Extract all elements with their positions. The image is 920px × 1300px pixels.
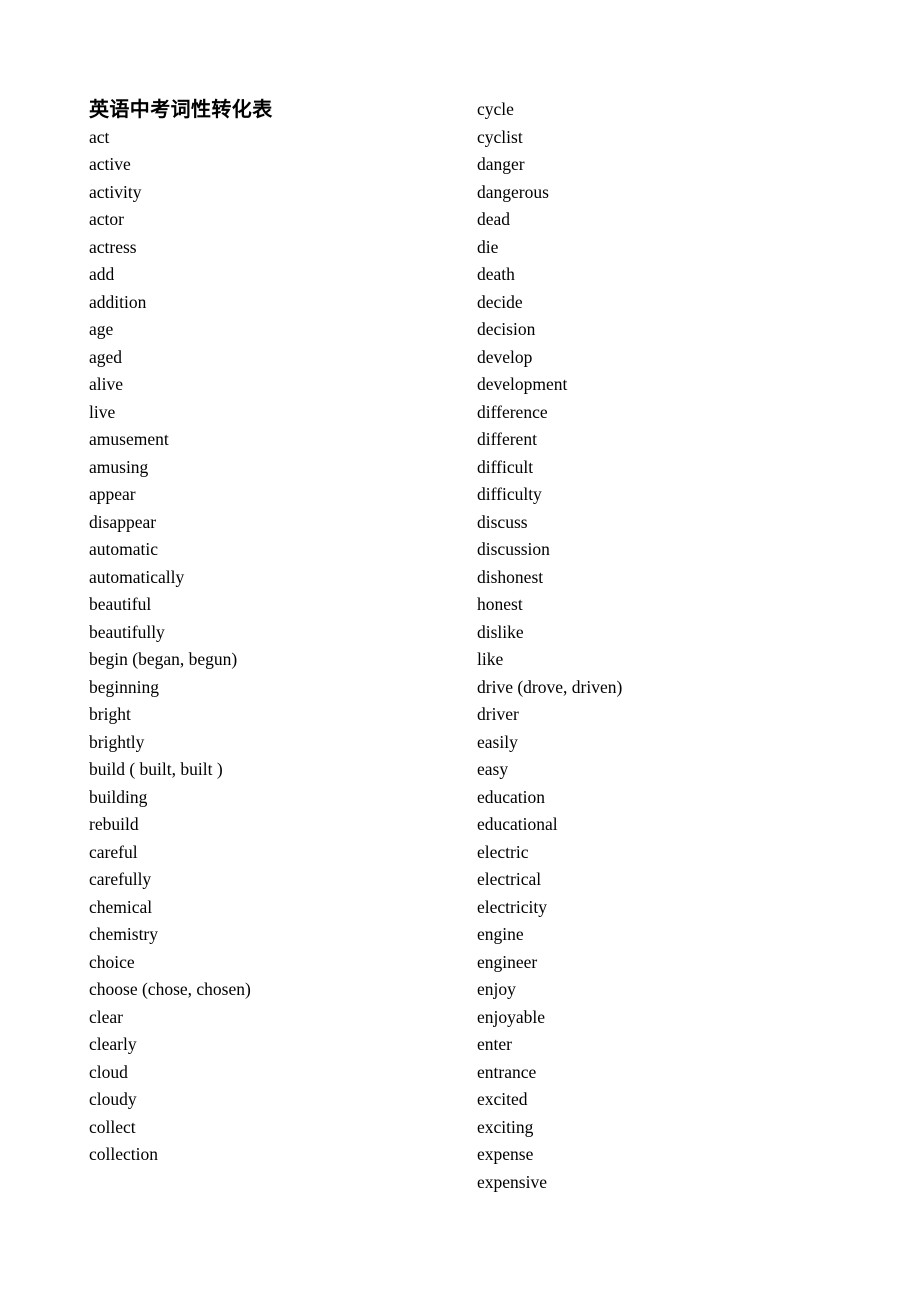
word-list-item: beautifully [89, 621, 165, 642]
word-list-item: clearly [89, 1034, 137, 1054]
word-list-item: die [477, 236, 499, 257]
word-list-item: active [89, 154, 131, 174]
right-word-column: cycle cyclist danger dangerous dead die death d… [477, 96, 877, 1196]
word-list-item: chemical [89, 896, 153, 917]
word-list-item: dangerous [477, 181, 549, 202]
word-list-item: actor [89, 209, 124, 229]
word-list-item: add [89, 264, 115, 284]
word-list-item: electric [477, 841, 529, 862]
word-list-item: enjoy [477, 979, 516, 999]
word-list-item: educational [477, 814, 558, 834]
word-list-item: development [477, 374, 568, 394]
word-list-item: clear [89, 1006, 123, 1027]
word-list-item: chemistry [89, 924, 159, 944]
word-list-item: difficulty [477, 484, 542, 504]
word-list-item: amusing [89, 456, 149, 477]
word-list-item: beautiful [89, 594, 152, 614]
word-list-item: live [89, 401, 116, 422]
word-list-item: exciting [477, 1116, 534, 1137]
word-list-item: enjoyable [477, 1006, 546, 1027]
word-list-item: choose (chose, chosen) [89, 979, 251, 999]
word-list-item: brightly [89, 731, 145, 752]
word-list-item: easy [477, 759, 509, 779]
word-list-item: cloud [89, 1061, 128, 1082]
word-list-item: like [477, 649, 504, 669]
left-word-column: 英语中考词性转化表 act active activity actor actress a… [89, 96, 449, 1169]
word-list-item: choice [89, 951, 135, 972]
word-list-item: engine [477, 924, 524, 944]
word-list-item: automatically [89, 566, 185, 587]
word-list-item: develop [477, 346, 533, 367]
word-list-item: different [477, 429, 537, 449]
word-list-item: careful [89, 841, 138, 862]
right-word-list: cycle cyclist danger dangerous dead die death d… [477, 96, 877, 1196]
word-list-item: addition [89, 291, 147, 312]
word-list-item: automatic [89, 539, 159, 559]
word-list-item: excited [477, 1089, 528, 1109]
word-list-item: cloudy [89, 1089, 137, 1109]
word-list-item: begin (began, begun) [89, 649, 238, 669]
word-list-item: beginning [89, 676, 159, 697]
left-word-list: act active activity actor actress add addition… [89, 124, 449, 1169]
word-list-item: aged [89, 346, 123, 367]
word-list-item: electrical [477, 869, 542, 889]
word-list-item: dead [477, 209, 511, 229]
word-list-item: carefully [89, 869, 152, 889]
word-list-item: education [477, 786, 546, 807]
word-list-item: danger [477, 154, 525, 174]
word-list-item: cycle [477, 99, 514, 119]
word-list-item: cyclist [477, 126, 523, 147]
word-list-item: difference [477, 401, 548, 422]
word-list-item: difficult [477, 456, 534, 477]
word-list-item: dislike [477, 621, 524, 642]
word-list-item: age [89, 319, 114, 339]
word-list-item: decision [477, 319, 536, 339]
word-list-item: honest [477, 594, 523, 614]
word-list-item: discuss [477, 511, 528, 532]
word-list-item: building [89, 786, 148, 807]
word-list-item: engineer [477, 951, 538, 972]
word-list-item: collect [89, 1116, 136, 1137]
word-list-item: expense [477, 1144, 534, 1164]
word-list-item: amusement [89, 429, 169, 449]
page-title: 英语中考词性转化表 [89, 97, 273, 121]
word-list-item: driver [477, 704, 519, 724]
word-list-item: act [89, 126, 110, 147]
word-list-item: dishonest [477, 566, 544, 587]
word-list-item: death [477, 264, 515, 284]
word-list-item: decide [477, 291, 523, 312]
word-list-item: collection [89, 1144, 159, 1164]
word-list-item: bright [89, 704, 131, 724]
word-list-item: disappear [89, 511, 157, 532]
word-list-item: actress [89, 236, 137, 257]
word-list-item: drive (drove, driven) [477, 676, 623, 697]
word-list-item: build ( built, built ) [89, 759, 223, 779]
word-list-item: rebuild [89, 814, 139, 834]
word-list-item: easily [477, 731, 518, 752]
word-list-item: appear [89, 484, 136, 504]
document-page: 英语中考词性转化表 act active activity actor actress a… [0, 0, 920, 1300]
word-list-item: electricity [477, 896, 547, 917]
word-list-item: enter [477, 1034, 512, 1054]
word-list-item: activity [89, 181, 142, 202]
word-list-item: discussion [477, 539, 550, 559]
word-list-item: expensive [477, 1171, 547, 1192]
word-list-item: entrance [477, 1061, 537, 1082]
word-list-item: alive [89, 374, 124, 394]
